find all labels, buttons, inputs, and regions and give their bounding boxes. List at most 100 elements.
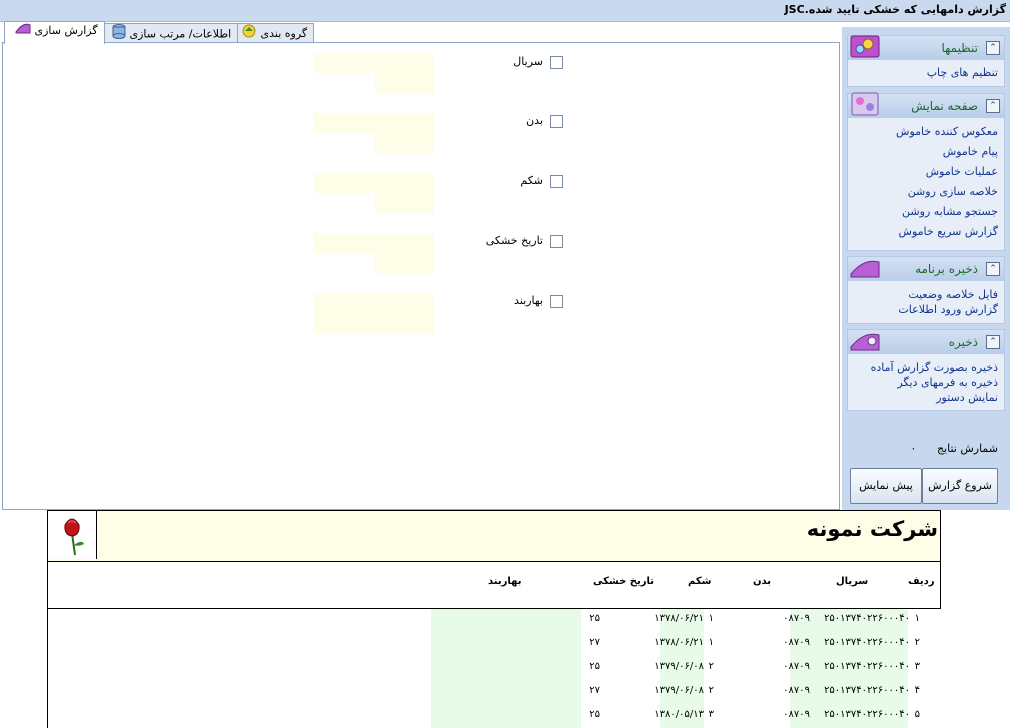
cell-pen: ۲۵ xyxy=(589,709,600,720)
save-program-title: ذخیره برنامه xyxy=(915,262,978,276)
save-program-header[interactable]: ذخیره برنامه ⌃ xyxy=(848,257,1004,281)
cell-row-number: ۳ xyxy=(914,661,920,672)
save-program-links: فایل خلاصه وضعیت گزارش ورود اطلاعات xyxy=(848,281,1004,321)
cell-serial: ۲۵۰۱۳۷۴۰۲۲۶۰۰۰۴۰ xyxy=(824,613,910,624)
start-report-button[interactable]: شروع گزارش xyxy=(922,468,998,504)
rose-logo-icon xyxy=(48,511,97,559)
link-summary-on[interactable]: خلاصه سازی روشن xyxy=(848,182,1000,202)
cell-body: ۰۸۷۰۹ xyxy=(783,661,810,672)
cell-dry-date: ۱۳۷۹/۰۶/۰۸ xyxy=(654,685,704,696)
preview-label: پیش نمایش xyxy=(859,479,913,492)
field-input-box[interactable] xyxy=(313,233,434,253)
cell-body: ۰۸۷۰۹ xyxy=(783,637,810,648)
tab-grouping-label: گروه بندی xyxy=(260,27,308,40)
cell-serial: ۲۵۰۱۳۷۴۰۲۲۶۰۰۰۴۰ xyxy=(824,661,910,672)
field-label: شکم xyxy=(520,174,543,187)
column-body: بدن xyxy=(753,576,772,587)
field-serial[interactable]: سریال xyxy=(473,55,563,71)
collapse-icon[interactable]: ⌃ xyxy=(986,335,1000,349)
field-input-box[interactable] xyxy=(313,53,434,73)
collapse-icon[interactable]: ⌃ xyxy=(986,41,1000,55)
display-icon xyxy=(850,91,880,117)
tab-report-builder-label: گزارش سازی xyxy=(34,24,98,37)
field-input-box[interactable] xyxy=(375,73,434,93)
save-program-section: ذخیره برنامه ⌃ فایل خلاصه وضعیت گزارش ور… xyxy=(847,256,1005,324)
column-row-number: ردیف xyxy=(908,576,935,587)
field-checkbox[interactable] xyxy=(550,235,563,248)
display-section: صفحه نمایش ⌃ معکوس کننده خاموش پیام خامو… xyxy=(847,91,1005,251)
field-checkbox[interactable] xyxy=(550,295,563,308)
result-count-value: ۰ xyxy=(910,442,917,455)
cell-belly: ۱ xyxy=(708,613,714,624)
field-input-box[interactable] xyxy=(375,193,434,213)
result-count-label: شمارش نتایج xyxy=(936,442,998,455)
settings-header[interactable]: تنظیمها ⌃ xyxy=(848,33,1004,60)
field-checkbox[interactable] xyxy=(550,175,563,188)
result-counter: شمارش نتایج ۰ xyxy=(850,442,998,455)
column-band xyxy=(431,609,581,728)
preview-button[interactable]: پیش نمایش xyxy=(850,468,922,504)
report-builder-panel: سریال بدن شکم تاریخ خشکی بهاربند xyxy=(2,42,840,510)
tab-grouping[interactable]: گروه بندی xyxy=(230,23,315,44)
field-body[interactable]: بدن xyxy=(473,114,563,130)
tab-info-sort-label: اطلاعات/ مرتب سازی xyxy=(129,27,232,41)
settings-gear-icon xyxy=(850,33,880,59)
link-data-entry-report[interactable]: گزارش ورود اطلاعات xyxy=(848,302,1000,317)
collapse-icon[interactable]: ⌃ xyxy=(986,99,1000,113)
link-reverser-off[interactable]: معکوس کننده خاموش xyxy=(848,122,1000,142)
link-save-as-ready-report[interactable]: ذخیره بصورت گزارش آماده xyxy=(848,360,1000,375)
report-column-header: ردیف سریال بدن شکم تاریخ خشکی بهاربند xyxy=(47,560,941,609)
tab-report-builder[interactable]: گزارش سازی xyxy=(4,21,105,44)
cell-belly: ۳ xyxy=(708,709,714,720)
field-input-box[interactable] xyxy=(313,173,434,193)
save-title: ذخیره xyxy=(948,335,978,349)
field-input-box[interactable] xyxy=(313,293,434,313)
cell-body: ۰۸۷۰۹ xyxy=(783,709,810,720)
column-serial: سریال xyxy=(836,576,869,587)
field-pen[interactable]: بهاربند xyxy=(463,294,563,310)
save-section: ذخیره ⌃ ذخیره بصورت گزارش آماده ذخیره به… xyxy=(847,329,1005,411)
save-icon xyxy=(850,327,880,353)
title-bar: گزارش دامهایی که خشکی تایید شده.JSC xyxy=(0,0,1010,22)
tab-strip: گروه بندی اطلاعات/ مرتب سازی گزارش سازی xyxy=(4,21,315,44)
field-input-box[interactable] xyxy=(375,133,434,153)
cell-pen: ۲۵ xyxy=(589,661,600,672)
cell-belly: ۲ xyxy=(708,661,714,672)
field-checkbox[interactable] xyxy=(550,56,563,69)
save-program-icon xyxy=(850,254,880,280)
field-checkbox[interactable] xyxy=(550,115,563,128)
field-input-box[interactable] xyxy=(313,313,434,333)
link-save-other-formats[interactable]: ذخیره به فرمهای دیگر xyxy=(848,375,1000,390)
tab-info-sort[interactable]: اطلاعات/ مرتب سازی xyxy=(101,23,239,43)
cell-body: ۰۸۷۰۹ xyxy=(783,685,810,696)
field-belly[interactable]: شکم xyxy=(473,174,563,190)
field-input-box[interactable] xyxy=(375,253,434,273)
cell-body: ۰۸۷۰۹ xyxy=(783,613,810,624)
display-title: صفحه نمایش xyxy=(911,99,978,113)
link-operations-off[interactable]: عملیات خاموش xyxy=(848,162,1000,182)
save-header[interactable]: ذخیره ⌃ xyxy=(848,330,1004,354)
link-similar-search-on[interactable]: جستجو مشابه روشن xyxy=(848,202,1000,222)
cell-row-number: ۲ xyxy=(914,637,920,648)
field-dry-date[interactable]: تاریخ خشکی xyxy=(443,234,563,250)
field-input-box[interactable] xyxy=(313,113,434,133)
collapse-icon[interactable]: ⌃ xyxy=(986,262,1000,276)
cell-serial: ۲۵۰۱۳۷۴۰۲۲۶۰۰۰۴۰ xyxy=(824,637,910,648)
field-label: تاریخ خشکی xyxy=(485,234,543,247)
cell-row-number: ۱ xyxy=(914,613,920,624)
settings-section: تنظیمها ⌃ تنظیم های چاپ xyxy=(847,35,1005,87)
link-quick-report-off[interactable]: گزارش سریع خاموش xyxy=(848,222,1000,242)
link-message-off[interactable]: پیام خاموش xyxy=(848,142,1000,162)
save-links: ذخیره بصورت گزارش آماده ذخیره به فرمهای … xyxy=(848,354,1004,409)
cell-pen: ۲۷ xyxy=(589,685,600,696)
link-show-command[interactable]: نمایش دستور xyxy=(848,390,1000,405)
link-status-summary-file[interactable]: فایل خلاصه وضعیت xyxy=(848,287,1000,302)
company-name: شرکت نمونه xyxy=(806,517,938,541)
grouping-icon xyxy=(241,24,257,44)
settings-title: تنظیمها xyxy=(941,41,978,55)
link-print-settings[interactable]: تنظیم های چاپ xyxy=(848,66,1000,80)
display-header[interactable]: صفحه نمایش ⌃ xyxy=(848,91,1004,118)
display-links: معکوس کننده خاموش پیام خاموش عملیات خامو… xyxy=(848,118,1004,246)
report-tab-icon xyxy=(15,22,31,40)
task-pane: تنظیمها ⌃ تنظیم های چاپ صفحه نمایش ⌃ معک… xyxy=(842,27,1010,511)
